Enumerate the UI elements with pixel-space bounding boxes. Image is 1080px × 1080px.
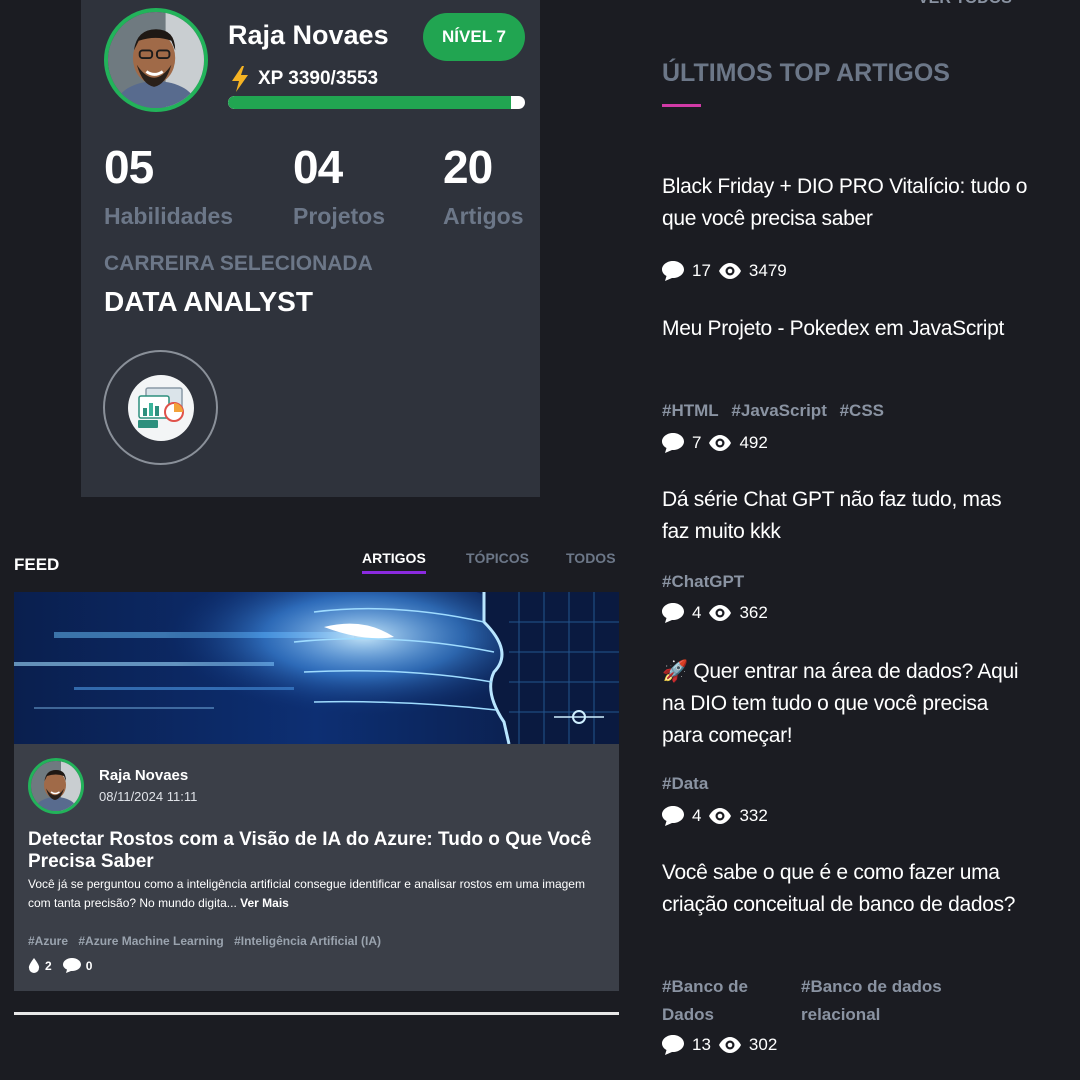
data-analytics-icon (137, 386, 184, 428)
top-article-stats: 4 332 (662, 806, 768, 826)
top-article-title[interactable]: Black Friday + DIO PRO Vitalício: tudo o… (662, 171, 1032, 235)
eye-icon (709, 808, 732, 824)
post-author-name[interactable]: Raja Novaes (99, 767, 188, 784)
article-tag[interactable]: #Data (662, 774, 708, 793)
post-tag[interactable]: #Inteligência Artificial (IA) (234, 934, 381, 948)
author-photo (31, 761, 81, 811)
feed-title: FEED (14, 555, 60, 574)
post-excerpt: Você já se perguntou como a inteligência… (28, 875, 608, 913)
top-article-title[interactable]: Meu Projeto - Pokedex em JavaScript (662, 313, 1032, 345)
post-date: 08/11/2024 11:11 (99, 789, 198, 804)
article-tag[interactable]: #JavaScript (731, 401, 826, 420)
next-post-card-edge (14, 1012, 619, 1015)
views-count: 3479 (748, 261, 787, 280)
article-tag[interactable]: #HTML (662, 401, 719, 420)
skills-label: Habilidades (104, 203, 234, 229)
views-count: 302 (748, 1035, 778, 1054)
xp-text: XP 3390/3553 (258, 68, 379, 89)
post-tag[interactable]: #Azure (28, 934, 68, 948)
level-badge: NÍVEL 7 (423, 13, 525, 61)
lightning-icon (232, 66, 248, 92)
xp-progress-bar (228, 96, 525, 109)
heading-underline (662, 104, 701, 107)
comments-count: 17 (692, 261, 711, 280)
user-name[interactable]: Raja Novaes (228, 20, 389, 51)
avatar-photo (108, 12, 204, 108)
views-count: 332 (739, 806, 768, 825)
eye-icon (718, 1037, 741, 1053)
comment-icon (662, 806, 684, 826)
likes-count: 2 (45, 958, 52, 973)
comments-count: 4 (692, 603, 702, 622)
career-badge[interactable] (103, 350, 218, 465)
eye-icon (718, 263, 741, 279)
comments-count: 7 (692, 433, 702, 452)
career-label: CARREIRA SELECIONADA (104, 252, 373, 275)
tab-topicos[interactable]: TÓPICOS (466, 550, 529, 566)
profile-card: Raja Novaes NÍVEL 7 XP 3390/3553 05 Habi… (81, 0, 540, 497)
top-article-tags: #Data (662, 774, 716, 794)
eye-icon (709, 435, 732, 451)
see-all-link[interactable]: VER TODOS (918, 0, 1012, 8)
post-tags: #Azure #Azure Machine Learning #Inteligê… (28, 934, 388, 948)
career-name: DATA ANALYST (104, 286, 313, 317)
views-count: 492 (739, 433, 768, 452)
article-tag[interactable]: #ChatGPT (662, 572, 744, 591)
top-article-tags: #HTML #JavaScript #CSS (662, 401, 892, 421)
post-title[interactable]: Detectar Rostos com a Visão de IA do Azu… (28, 829, 608, 873)
article-tag[interactable]: #CSS (840, 401, 884, 420)
xp-progress-fill (228, 96, 512, 109)
post-tag[interactable]: #Azure Machine Learning (78, 934, 223, 948)
drop-icon[interactable] (28, 958, 40, 973)
article-tag[interactable]: #Banco de Dados (662, 973, 772, 1029)
post-stats: 2 0 (28, 958, 92, 973)
article-tag[interactable]: #Banco de dados relacional (801, 973, 981, 1029)
projects-count: 04 (293, 141, 343, 193)
comments-count: 13 (692, 1035, 711, 1054)
comment-icon (662, 433, 684, 453)
comment-icon (662, 1035, 684, 1055)
avatar[interactable] (104, 8, 208, 112)
post-author-avatar[interactable] (28, 758, 84, 814)
skills-count: 05 (104, 141, 154, 193)
read-more-link[interactable]: Ver Mais (240, 896, 289, 910)
top-article-stats: 13 302 (662, 1035, 777, 1055)
comments-count: 4 (692, 806, 702, 825)
top-articles-heading: ÚLTIMOS TOP ARTIGOS (662, 59, 950, 87)
top-article-stats: 7 492 (662, 433, 768, 453)
comment-icon[interactable] (62, 958, 81, 973)
career-badge-inner (127, 374, 194, 441)
articles-label: Artigos (443, 203, 524, 229)
comment-icon (662, 261, 684, 281)
top-article-title[interactable]: Você sabe o que é e como fazer uma criaç… (662, 857, 1032, 921)
xp-row: XP 3390/3553 (230, 66, 378, 92)
post-excerpt-text: Você já se perguntou como a inteligência… (28, 877, 585, 910)
post-cover-image[interactable] (14, 592, 619, 744)
views-count: 362 (739, 603, 768, 622)
top-article-tags: #ChatGPT (662, 572, 752, 592)
eye-icon (709, 605, 732, 621)
top-article-title[interactable]: 🚀 Quer entrar na área de dados? Aqui na … (662, 656, 1032, 752)
tab-artigos[interactable]: ARTIGOS (362, 550, 426, 574)
articles-count: 20 (443, 141, 493, 193)
top-article-stats: 17 3479 (662, 261, 787, 281)
post-card[interactable]: Raja Novaes 08/11/2024 11:11 Detectar Ro… (14, 592, 619, 991)
projects-label: Projetos (293, 203, 386, 229)
top-article-stats: 4 362 (662, 603, 768, 623)
comment-icon (662, 603, 684, 623)
tab-todos[interactable]: TODOS (566, 550, 616, 566)
top-article-title[interactable]: Dá série Chat GPT não faz tudo, mas faz … (662, 484, 1032, 548)
comments-count: 0 (85, 958, 93, 973)
